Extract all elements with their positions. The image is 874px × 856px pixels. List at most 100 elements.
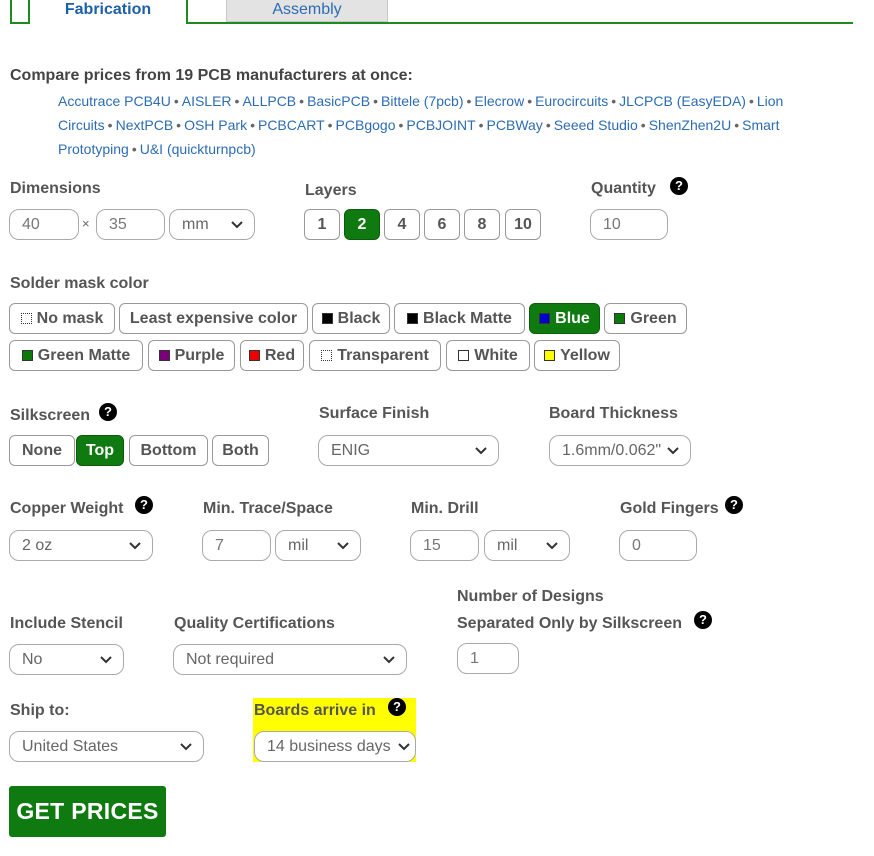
help-icon[interactable]: ? — [135, 496, 153, 514]
layer-option-8[interactable]: 8 — [464, 209, 500, 240]
separator-dot: • — [299, 93, 305, 109]
help-icon[interactable]: ? — [388, 698, 406, 716]
silkscreen-option-none[interactable]: None — [9, 435, 75, 466]
mask-option-no-mask[interactable]: No mask — [9, 303, 115, 334]
mask-option-label: Black Matte — [423, 310, 512, 327]
min-drill-unit-select[interactable]: mil — [484, 530, 570, 561]
manufacturer-list-line-1: Accutrace PCB4U • AISLER • ALLPCB • BasicPCB • B… — [58, 93, 783, 109]
board-thickness-select[interactable]: 1.6mm/0.062" — [549, 435, 691, 466]
min-trace-unit-select[interactable]: mil — [275, 530, 361, 561]
designs-label-line1: Number of Designs — [457, 588, 604, 605]
gold-fingers-input[interactable]: 0 — [619, 530, 697, 561]
copper-weight-select[interactable]: 2 oz — [9, 530, 153, 561]
tab-bar-divider — [186, 22, 853, 24]
mask-option-black-matte[interactable]: Black Matte — [394, 303, 525, 334]
manufacturer-link[interactable]: PCBJOINT — [406, 117, 475, 133]
manufacturer-link[interactable]: Lion — [757, 93, 783, 109]
tab-fabrication[interactable]: Fabrication — [28, 0, 188, 24]
manufacturer-link[interactable]: BasicPCB — [307, 93, 370, 109]
manufacturer-link[interactable]: NextPCB — [116, 117, 174, 133]
min-drill-unit-value: mil — [497, 537, 518, 554]
silkscreen-label: Silkscreen — [10, 407, 91, 424]
help-icon[interactable]: ? — [694, 611, 712, 629]
color-swatch — [407, 313, 419, 324]
manufacturer-link[interactable]: Seeed Studio — [554, 117, 638, 133]
tab-bar-edge — [10, 0, 12, 24]
color-swatch — [544, 350, 556, 361]
designs-label-line2: Separated Only by Silkscreen — [457, 615, 682, 632]
manufacturer-link[interactable]: PCBWay — [487, 117, 543, 133]
manufacturer-link[interactable]: PCBgogo — [336, 117, 396, 133]
arrive-select[interactable]: 14 business days — [254, 731, 416, 762]
manufacturer-link[interactable]: ShenZhen2U — [649, 117, 732, 133]
manufacturer-link[interactable]: U&I (quickturnpcb) — [140, 141, 256, 157]
manufacturer-link[interactable]: Accutrace PCB4U — [58, 93, 171, 109]
chevron-down-icon — [230, 210, 244, 239]
board-thickness-value: 1.6mm/0.062" — [562, 442, 662, 459]
layer-option-6[interactable]: 6 — [424, 209, 460, 240]
mask-option-label: Green Matte — [37, 347, 131, 364]
quantity-input[interactable]: 10 — [590, 209, 668, 240]
manufacturer-link[interactable]: Prototyping — [58, 141, 129, 157]
gold-fingers-label: Gold Fingers — [620, 500, 719, 517]
mask-option-purple[interactable]: Purple — [148, 340, 235, 371]
manufacturer-link[interactable]: OSH Park — [184, 117, 247, 133]
mask-option-red[interactable]: Red — [240, 340, 304, 371]
layer-option-2[interactable]: 2 — [344, 209, 380, 240]
separator-dot: • — [398, 117, 404, 133]
min-drill-input[interactable]: 15 — [410, 530, 479, 561]
get-prices-button[interactable]: GET PRICES — [9, 786, 166, 837]
compare-title: Compare prices from 19 PCB manufacturers… — [10, 67, 413, 84]
layer-option-4[interactable]: 4 — [384, 209, 420, 240]
mask-option-transparent[interactable]: Transparent — [309, 340, 441, 371]
manufacturer-link[interactable]: Smart — [742, 117, 779, 133]
copper-weight-label: Copper Weight — [10, 500, 124, 517]
manufacturer-link[interactable]: Bittele (7pcb) — [381, 93, 463, 109]
manufacturer-link[interactable]: JLCPCB (EasyEDA) — [619, 93, 746, 109]
mask-option-white[interactable]: White — [446, 340, 530, 371]
silkscreen-option-bottom[interactable]: Bottom — [129, 435, 208, 466]
silkscreen-option-top[interactable]: Top — [76, 435, 124, 466]
manufacturer-link[interactable]: Circuits — [58, 117, 105, 133]
manufacturer-link[interactable]: Eurocircuits — [535, 93, 608, 109]
min-trace-input[interactable]: 7 — [202, 530, 271, 561]
separator-dot: • — [176, 117, 182, 133]
silkscreen-option-both[interactable]: Both — [212, 435, 269, 466]
stencil-select[interactable]: No — [9, 644, 124, 675]
manufacturer-link[interactable]: PCBCART — [258, 117, 325, 133]
manufacturer-link[interactable]: AISLER — [182, 93, 232, 109]
dimension-unit-select[interactable]: mm — [169, 209, 255, 240]
manufacturer-link[interactable]: ALLPCB — [242, 93, 296, 109]
dimension-width-input[interactable]: 40 — [9, 209, 79, 240]
mask-option-yellow[interactable]: Yellow — [534, 340, 620, 371]
surface-finish-select[interactable]: ENIG — [318, 435, 499, 466]
certifications-value: Not required — [186, 651, 275, 668]
help-icon[interactable]: ? — [725, 496, 743, 514]
certifications-select[interactable]: Not required — [173, 644, 407, 675]
separator-dot: • — [131, 141, 137, 157]
chevron-down-icon — [128, 531, 142, 560]
layer-option-1[interactable]: 1 — [304, 209, 340, 240]
mask-option-green-matte[interactable]: Green Matte — [9, 340, 143, 371]
arrive-label: Boards arrive in — [254, 702, 376, 719]
ship-to-select[interactable]: United States — [9, 731, 204, 762]
help-icon[interactable]: ? — [670, 177, 688, 195]
chevron-down-icon — [99, 645, 113, 674]
mask-option-blue[interactable]: Blue — [529, 303, 600, 334]
mask-option-green[interactable]: Green — [604, 303, 687, 334]
manufacturer-link[interactable]: Elecrow — [474, 93, 524, 109]
board-thickness-label: Board Thickness — [549, 405, 678, 422]
help-icon[interactable]: ? — [99, 403, 117, 421]
ship-to-label: Ship to: — [10, 702, 70, 719]
times-sign: × — [82, 216, 90, 231]
tab-bar-divider — [10, 22, 28, 24]
designs-input[interactable]: 1 — [457, 643, 519, 674]
separator-dot: • — [250, 117, 255, 133]
dimension-height-input[interactable]: 35 — [96, 209, 165, 240]
copper-weight-value: 2 oz — [22, 537, 53, 554]
tab-assembly[interactable]: Assembly — [226, 0, 388, 22]
mask-option-black[interactable]: Black — [312, 303, 390, 334]
mask-option-least-expensive-color[interactable]: Least expensive color — [119, 303, 308, 334]
layer-option-10[interactable]: 10 — [505, 209, 541, 240]
color-swatch — [458, 350, 470, 361]
